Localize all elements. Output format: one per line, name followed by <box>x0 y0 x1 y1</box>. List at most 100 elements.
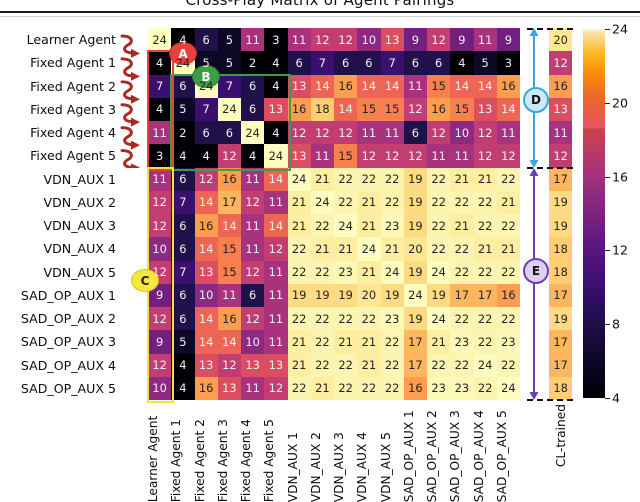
heatmap-cell[interactable]: 19 <box>403 307 427 331</box>
heatmap-cell[interactable]: 21 <box>287 330 311 354</box>
heatmap-cell[interactable]: 14 <box>194 307 218 331</box>
heatmap-cell[interactable]: 21 <box>357 190 381 214</box>
heatmap-cell[interactable]: 7 <box>380 51 404 75</box>
heatmap-cell[interactable]: 16 <box>496 283 520 307</box>
heatmap-cell[interactable]: 15 <box>217 260 241 284</box>
heatmap-cell[interactable]: 22 <box>310 214 334 238</box>
heatmap-cell[interactable]: 12 <box>427 28 451 52</box>
heatmap-cell[interactable]: 11 <box>241 214 265 238</box>
heatmap-cell[interactable]: 22 <box>334 307 358 331</box>
heatmap-cell[interactable]: 16 <box>194 376 218 400</box>
heatmap-cell[interactable]: 14 <box>357 74 381 98</box>
cl-trained-cell[interactable]: 18 <box>549 237 573 261</box>
heatmap-cell[interactable]: 12 <box>403 144 427 168</box>
heatmap-cell[interactable]: 5 <box>171 97 195 121</box>
cl-trained-cell[interactable]: 19 <box>549 307 573 331</box>
heatmap-cell[interactable]: 11 <box>148 167 172 191</box>
heatmap-cell[interactable]: 21 <box>334 330 358 354</box>
heatmap-cell[interactable]: 4 <box>241 144 265 168</box>
heatmap-cell[interactable]: 11 <box>264 190 288 214</box>
heatmap-cell[interactable]: 21 <box>357 353 381 377</box>
heatmap-cell[interactable]: 7 <box>194 97 218 121</box>
heatmap-cell[interactable]: 12 <box>403 97 427 121</box>
cl-trained-cell[interactable]: 18 <box>549 376 573 400</box>
heatmap-cell[interactable]: 22 <box>357 307 381 331</box>
heatmap-cell[interactable]: 22 <box>310 330 334 354</box>
heatmap-cell[interactable]: 24 <box>403 283 427 307</box>
heatmap-cell[interactable]: 23 <box>450 330 474 354</box>
heatmap-cell[interactable]: 22 <box>427 214 451 238</box>
cl-trained-cell[interactable]: 17 <box>549 330 573 354</box>
heatmap-cell[interactable]: 6 <box>427 51 451 75</box>
heatmap-cell[interactable]: 22 <box>334 353 358 377</box>
heatmap-cell[interactable]: 22 <box>287 260 311 284</box>
heatmap-cell[interactable]: 22 <box>473 376 497 400</box>
heatmap-cell[interactable]: 16 <box>194 214 218 238</box>
cl-trained-cell[interactable]: 12 <box>549 51 573 75</box>
heatmap-cell[interactable]: 24 <box>380 260 404 284</box>
cl-trained-cell[interactable]: 20 <box>549 28 573 52</box>
heatmap-cell[interactable]: 13 <box>217 376 241 400</box>
heatmap-cell[interactable]: 21 <box>334 237 358 261</box>
heatmap-cell[interactable]: 21 <box>450 167 474 191</box>
heatmap-cell[interactable]: 22 <box>473 260 497 284</box>
heatmap-cell[interactable]: 22 <box>357 167 381 191</box>
heatmap-cell[interactable]: 9 <box>496 28 520 52</box>
heatmap-cell[interactable]: 22 <box>334 167 358 191</box>
heatmap-cell[interactable]: 11 <box>264 283 288 307</box>
heatmap-cell[interactable]: 13 <box>194 353 218 377</box>
heatmap-cell[interactable]: 16 <box>334 74 358 98</box>
heatmap-cell[interactable]: 22 <box>450 307 474 331</box>
heatmap-cell[interactable]: 11 <box>241 28 265 52</box>
heatmap-cell[interactable]: 6 <box>171 237 195 261</box>
heatmap-cell[interactable]: 12 <box>310 121 334 145</box>
heatmap-cell[interactable]: 4 <box>171 376 195 400</box>
heatmap-cell[interactable]: 22 <box>473 307 497 331</box>
heatmap-cell[interactable]: 13 <box>241 353 265 377</box>
heatmap-cell[interactable]: 19 <box>287 283 311 307</box>
heatmap-cell[interactable]: 4 <box>264 121 288 145</box>
cl-trained-cell[interactable]: 17 <box>549 283 573 307</box>
heatmap-cell[interactable]: 16 <box>496 74 520 98</box>
heatmap-cell[interactable]: 12 <box>287 121 311 145</box>
heatmap-cell[interactable]: 6 <box>287 51 311 75</box>
heatmap-cell[interactable]: 22 <box>310 307 334 331</box>
heatmap-cell[interactable]: 22 <box>450 260 474 284</box>
heatmap-cell[interactable]: 21 <box>473 167 497 191</box>
cl-trained-cell[interactable]: 12 <box>549 144 573 168</box>
heatmap-cell[interactable]: 20 <box>357 283 381 307</box>
heatmap-cell[interactable]: 24 <box>217 97 241 121</box>
heatmap-cell[interactable]: 14 <box>194 237 218 261</box>
heatmap-cell[interactable]: 24 <box>427 307 451 331</box>
heatmap-cell[interactable]: 17 <box>403 353 427 377</box>
heatmap-cell[interactable]: 13 <box>380 28 404 52</box>
heatmap-cell[interactable]: 21 <box>450 214 474 238</box>
heatmap-cell[interactable]: 22 <box>380 330 404 354</box>
heatmap-cell[interactable]: 14 <box>217 214 241 238</box>
heatmap-cell[interactable]: 21 <box>473 237 497 261</box>
heatmap-cell[interactable]: 22 <box>496 353 520 377</box>
heatmap-cell[interactable]: 23 <box>380 214 404 238</box>
heatmap-cell[interactable]: 16 <box>427 97 451 121</box>
heatmap-cell[interactable]: 17 <box>450 283 474 307</box>
heatmap-cell[interactable]: 24 <box>357 237 381 261</box>
heatmap-cell[interactable]: 14 <box>473 74 497 98</box>
heatmap-cell[interactable]: 12 <box>241 307 265 331</box>
heatmap-cell[interactable]: 21 <box>310 167 334 191</box>
heatmap-cell[interactable]: 6 <box>241 74 265 98</box>
heatmap-cell[interactable]: 12 <box>194 167 218 191</box>
heatmap-cell[interactable]: 21 <box>310 237 334 261</box>
heatmap-cell[interactable]: 9 <box>148 330 172 354</box>
heatmap-cell[interactable]: 11 <box>380 121 404 145</box>
heatmap-cell[interactable]: 11 <box>241 237 265 261</box>
heatmap-cell[interactable]: 5 <box>171 330 195 354</box>
heatmap-cell[interactable]: 4 <box>264 51 288 75</box>
heatmap-cell[interactable]: 11 <box>264 330 288 354</box>
heatmap-cell[interactable]: 20 <box>403 237 427 261</box>
heatmap-cell[interactable]: 21 <box>287 353 311 377</box>
heatmap-cell[interactable]: 23 <box>450 376 474 400</box>
heatmap-cell[interactable]: 21 <box>357 260 381 284</box>
heatmap-cell[interactable]: 12 <box>217 353 241 377</box>
heatmap-cell[interactable]: 12 <box>148 307 172 331</box>
cl-trained-cell[interactable]: 11 <box>549 121 573 145</box>
